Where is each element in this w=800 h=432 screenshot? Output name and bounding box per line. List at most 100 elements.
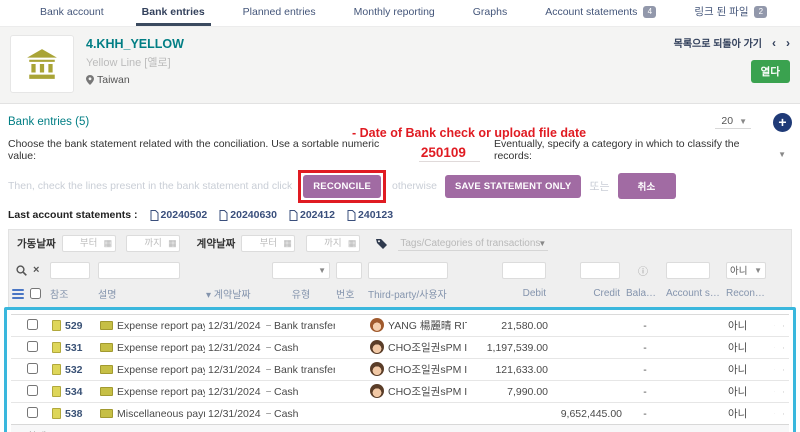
row-checkbox[interactable] (27, 385, 38, 396)
edit-icon[interactable] (774, 386, 775, 397)
statement-link[interactable]: 240123 (347, 209, 393, 221)
date-stepper[interactable]: − + (266, 342, 271, 354)
col-header-credit[interactable]: Credit (549, 282, 623, 307)
entry-date: 12/31/2024 (208, 408, 261, 420)
reconcile-button[interactable]: RECONCILE (303, 175, 381, 198)
party-name[interactable]: YANG 楊麗晴 RITA (388, 320, 467, 332)
journal-entry-icon (52, 320, 61, 331)
payment-type-icon (100, 321, 113, 330)
delete-icon[interactable] (783, 320, 784, 332)
description-filter-input[interactable] (98, 262, 180, 279)
entry-ref-link[interactable]: 534 (65, 386, 83, 398)
delete-icon[interactable] (783, 342, 784, 354)
entry-reconciled: 아니 (725, 403, 771, 425)
tab-graphs[interactable]: Graphs (467, 0, 513, 26)
cancel-button[interactable]: 취소 (618, 173, 676, 199)
delete-icon[interactable] (783, 408, 784, 420)
back-to-list-link[interactable]: 목록으로 되돌아 가기 (674, 35, 762, 50)
edit-icon[interactable] (774, 364, 775, 375)
tab-linked-files-label: 링크 된 파일 (694, 6, 748, 18)
party-filter-input[interactable] (368, 262, 448, 279)
col-header-date[interactable]: ▾ 계약날짜 (203, 282, 269, 307)
row-checkbox[interactable] (27, 319, 38, 330)
edit-icon[interactable] (774, 342, 775, 353)
save-statement-only-button[interactable]: SAVE STATEMENT ONLY (445, 175, 581, 198)
annotation-reconcile-box: RECONCILE (298, 170, 386, 203)
date1-from-input[interactable] (62, 235, 116, 252)
annotation-date-note: - Date of Bank check or upload file date (352, 126, 586, 140)
balance-info-icon: ⓘ (638, 267, 648, 278)
party-name[interactable]: CHO조일권sPM II... (388, 364, 467, 376)
delete-icon[interactable] (783, 364, 784, 376)
col-header-description[interactable]: 설명 (95, 282, 203, 307)
entry-reconciled: 아니 (725, 337, 771, 359)
tab-bank-entries[interactable]: Bank entries (136, 0, 211, 26)
tab-planned-entries[interactable]: Planned entries (237, 0, 322, 26)
date-stepper[interactable]: − + (266, 364, 271, 376)
search-icon[interactable] (16, 265, 27, 276)
account-state-filter-input[interactable] (666, 262, 710, 279)
entry-debit: 21,580.00 (467, 315, 551, 337)
col-header-type[interactable]: 유형 (269, 282, 333, 307)
entry-account-state (665, 315, 725, 337)
party-name[interactable]: CHO조일권sPM II... (388, 342, 467, 354)
entry-ref-link[interactable]: 531 (65, 342, 83, 354)
add-entry-button[interactable]: + (773, 113, 792, 132)
debit-filter-input[interactable] (502, 262, 546, 279)
statement-link[interactable]: 20240502 (150, 209, 208, 221)
date1-to-input[interactable] (126, 235, 180, 252)
delete-icon[interactable] (783, 386, 784, 398)
col-header-ref[interactable]: 참조 (47, 282, 95, 307)
party-name[interactable]: CHO조일권sPM II... (388, 386, 467, 398)
entry-balance: - (625, 359, 665, 381)
account-statements-count-badge: 4 (643, 6, 656, 18)
col-header-debit[interactable]: Debit (465, 282, 549, 307)
type-filter-select[interactable]: ▼ (272, 262, 330, 279)
entry-ref-link[interactable]: 532 (65, 364, 83, 376)
list-view-icon[interactable] (12, 289, 24, 299)
entry-date: 12/31/2024 (208, 320, 261, 332)
statement-value-input[interactable]: 250109 (419, 145, 480, 162)
tab-monthly-reporting[interactable]: Monthly reporting (348, 0, 441, 26)
entry-party: CHO조일권sPM II... (367, 359, 467, 381)
category-label: Eventually, specify a category in which … (494, 138, 778, 162)
col-header-reconciled[interactable]: Reconciled (723, 282, 769, 307)
next-record-button[interactable]: › (786, 36, 790, 50)
date-stepper[interactable]: − + (266, 386, 271, 398)
tags-filter-select[interactable]: Tags/Categories of transactions ▼ (398, 237, 548, 251)
journal-entry-icon (52, 364, 61, 375)
row-checkbox[interactable] (27, 341, 38, 352)
clear-search-icon[interactable]: × (33, 265, 39, 276)
date-stepper[interactable]: − + (266, 408, 271, 420)
reconciled-filter-select[interactable]: 아니▼ (726, 262, 766, 279)
col-header-number[interactable]: 번호 (333, 282, 365, 307)
edit-icon[interactable] (774, 320, 775, 331)
entry-debit: 1,197,539.00 (467, 337, 551, 359)
tab-bank-account[interactable]: Bank account (34, 0, 110, 26)
open-button[interactable]: 열다 (751, 60, 790, 83)
row-checkbox[interactable] (27, 363, 38, 374)
ref-filter-input[interactable] (50, 262, 90, 279)
row-checkbox[interactable] (27, 407, 38, 418)
credit-filter-input[interactable] (580, 262, 620, 279)
col-header-party[interactable]: Third-party/사용자 (365, 282, 465, 307)
reconciled-filter-value: 아니 (730, 263, 747, 277)
number-filter-input[interactable] (336, 262, 362, 279)
select-all-checkbox[interactable] (30, 288, 41, 299)
date-stepper[interactable]: − + (266, 320, 271, 332)
tab-account-statements[interactable]: Account statements 4 (539, 0, 662, 26)
account-location: Taiwan (86, 74, 600, 86)
prev-record-button[interactable]: ‹ (772, 36, 776, 50)
page-size-select[interactable]: 20▼ (715, 115, 751, 129)
col-header-balance[interactable]: Balance (623, 282, 663, 307)
entry-ref-link[interactable]: 538 (65, 408, 83, 420)
entry-ref-link[interactable]: 529 (65, 320, 83, 332)
tab-linked-files[interactable]: 링크 된 파일 2 (688, 0, 773, 26)
col-header-account-state[interactable]: Account state... (663, 282, 723, 307)
date2-to-input[interactable] (306, 235, 360, 252)
date2-from-input[interactable] (241, 235, 295, 252)
edit-icon[interactable] (774, 408, 775, 419)
statement-link[interactable]: 202412 (289, 209, 335, 221)
user-avatar (370, 384, 384, 398)
statement-link[interactable]: 20240630 (219, 209, 277, 221)
